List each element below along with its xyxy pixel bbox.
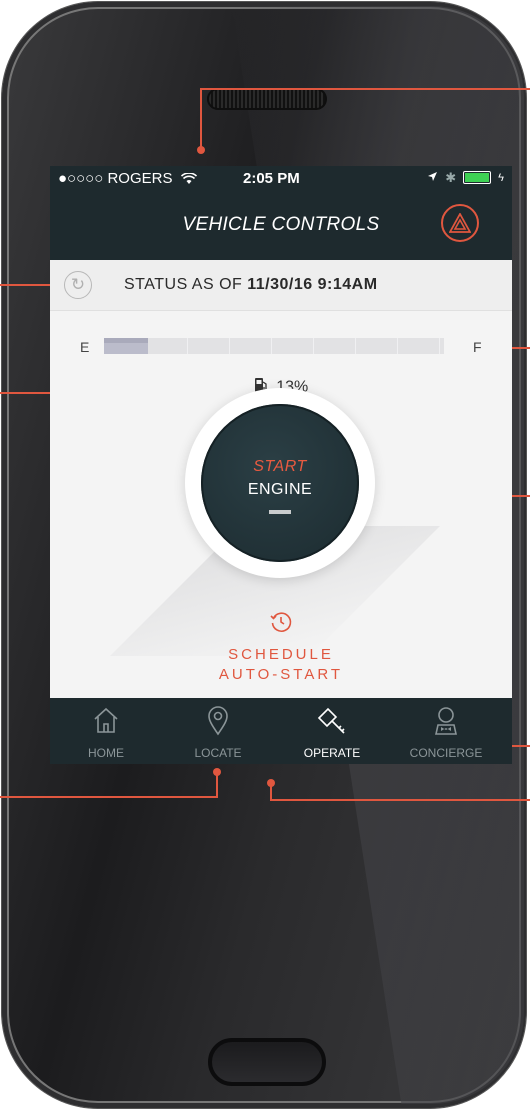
- status-datetime: 11/30/16 9:14AM: [247, 276, 378, 293]
- charging-icon: ϟ: [498, 171, 504, 184]
- location-pin-icon: [208, 706, 228, 736]
- status-prefix: STATUS AS OF: [124, 276, 243, 293]
- tab-concierge-label: CONCIERGE: [409, 746, 483, 760]
- bluetooth-icon: ✱: [445, 169, 457, 185]
- concierge-icon: [435, 707, 457, 735]
- fuel-gauge: E F: [50, 334, 512, 358]
- tab-operate-label: OPERATE: [303, 746, 361, 760]
- hardware-home-button[interactable]: [208, 1038, 326, 1086]
- key-icon: [317, 707, 345, 734]
- location-arrow-icon: [427, 169, 438, 186]
- tab-operate[interactable]: OPERATE: [282, 698, 382, 764]
- fuel-gauge-fill: [104, 338, 149, 354]
- tab-concierge[interactable]: CONCIERGE: [396, 698, 496, 764]
- hazard-icon: [449, 213, 471, 233]
- carrier-label: ●○○○○ ROGERS: [58, 170, 173, 187]
- schedule-clock-icon: [269, 610, 293, 639]
- hazard-button[interactable]: [441, 204, 479, 242]
- tab-locate-label: LOCATE: [194, 746, 242, 760]
- header-bar: VEHICLE CONTROLS: [50, 190, 512, 260]
- home-icon: [94, 707, 118, 733]
- tab-bar: HOME LOCATE OPERATE CONCIERGE: [50, 698, 512, 764]
- start-label: START: [253, 458, 307, 475]
- battery-icon: [463, 171, 492, 184]
- wifi-icon: [180, 172, 197, 189]
- schedule-line2: AUTO-START: [218, 666, 344, 683]
- schedule-auto-start-button[interactable]: SCHEDULE AUTO-START: [50, 610, 512, 685]
- tab-locate[interactable]: LOCATE: [168, 698, 268, 764]
- system-status-bar: ●○○○○ ROGERS 2:05 PM ✱ ϟ: [50, 166, 512, 190]
- tab-home-label: HOME: [88, 746, 124, 760]
- engine-label: ENGINE: [247, 481, 313, 498]
- engine-indicator-dash: [269, 510, 291, 514]
- refresh-icon: ↻: [70, 275, 86, 294]
- tab-home[interactable]: HOME: [56, 698, 156, 764]
- clock-time: 2:05 PM: [243, 170, 300, 187]
- status-text: STATUS AS OF 11/30/16 9:14AM: [124, 276, 378, 294]
- start-engine-button[interactable]: START ENGINE: [185, 388, 375, 578]
- schedule-line1: SCHEDULE: [228, 646, 334, 663]
- refresh-button[interactable]: ↻: [64, 271, 92, 299]
- status-row: ↻ STATUS AS OF 11/30/16 9:14AM: [50, 260, 512, 311]
- fuel-empty-label: E: [80, 339, 90, 355]
- app-screen: ●○○○○ ROGERS 2:05 PM ✱ ϟ VEHICLE CONTROL…: [50, 166, 512, 764]
- earpiece-speaker: [207, 88, 327, 110]
- fuel-full-label: F: [473, 339, 482, 355]
- fuel-gauge-track: [104, 338, 444, 354]
